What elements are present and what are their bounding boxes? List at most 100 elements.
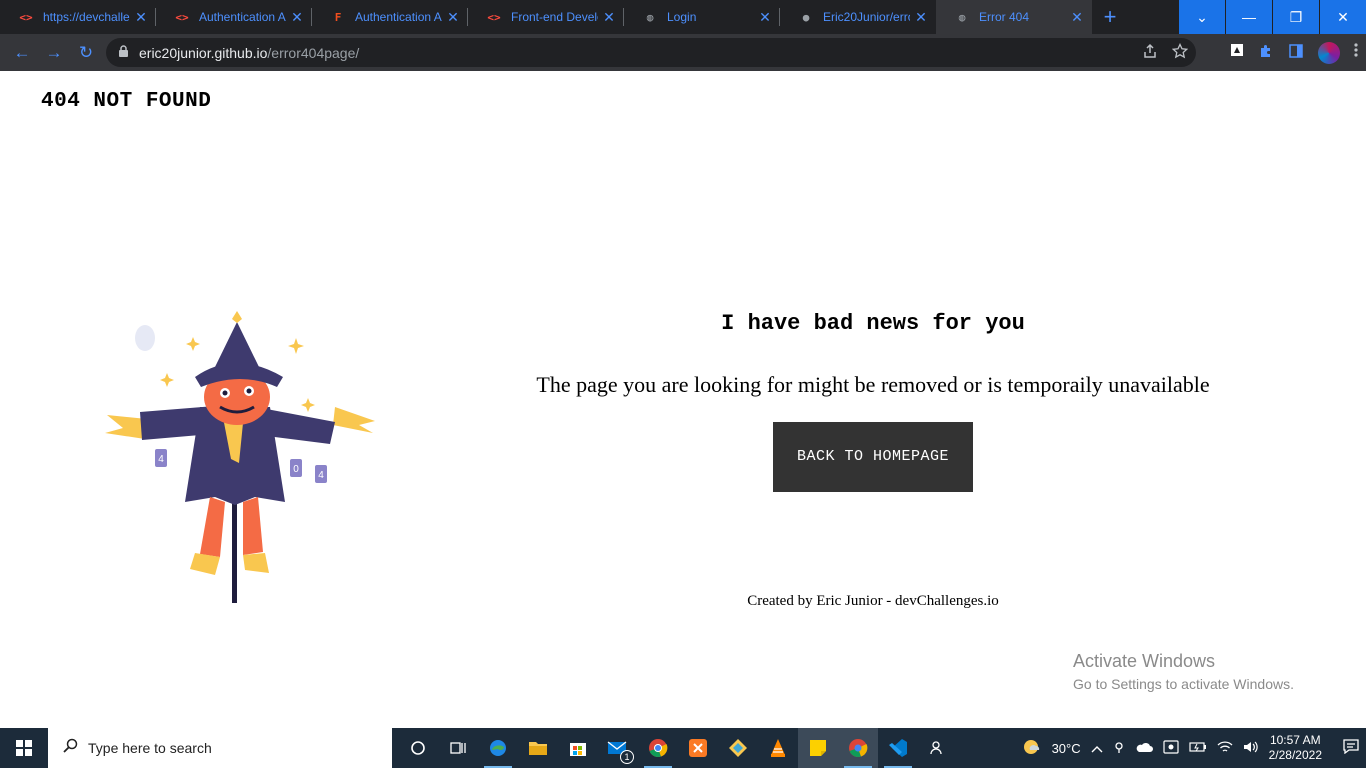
tab-title: Authentication App [199,10,286,24]
lock-icon[interactable] [118,44,129,61]
devchallenges-icon: <> [487,10,501,24]
window-controls: ⌄ — ❐ ✕ [1178,0,1366,34]
svg-text:0: 0 [293,464,299,475]
browser-toolbar: ← → ↻ eric20junior.github.io /error404pa… [0,34,1366,71]
xampp-icon[interactable] [678,728,718,768]
tab-title: Eric20Junior/error404page [823,10,910,24]
tab-github-repo[interactable]: ● Eric20Junior/error404page ✕ [780,0,936,34]
close-window-button[interactable]: ✕ [1320,0,1366,34]
meet-now-icon[interactable] [1163,739,1179,757]
location-icon[interactable] [1113,740,1125,757]
start-button[interactable] [0,728,48,768]
battery-icon[interactable] [1189,741,1207,756]
side-panel-icon[interactable] [1288,43,1304,63]
close-tab-icon[interactable]: ✕ [130,9,152,26]
kebab-menu-icon[interactable] [1354,42,1358,63]
cortana-icon[interactable] [398,728,438,768]
microsoft-store-icon[interactable] [558,728,598,768]
sticky-notes-icon[interactable] [798,728,838,768]
close-tab-icon[interactable]: ✕ [1066,9,1088,26]
taskbar-search-box[interactable]: Type here to search [48,728,392,768]
tab-devchallenges[interactable]: <> https://devchallenges.io ✕ [0,0,156,34]
git-kraken-icon[interactable] [718,728,758,768]
close-tab-icon[interactable]: ✕ [910,9,932,26]
tab-title: Error 404 [979,10,1030,24]
bookmark-star-icon[interactable] [1171,42,1189,63]
close-tab-icon[interactable]: ✕ [286,9,308,26]
address-bar[interactable]: eric20junior.github.io /error404page/ [106,38,1196,67]
back-button[interactable]: ← [6,37,38,69]
onedrive-icon[interactable] [1135,741,1153,756]
people-icon[interactable] [918,728,958,768]
tab-title: Authentication App [355,10,442,24]
error-heading: I have bad news for you [721,311,1025,336]
extension-area [1230,34,1358,71]
close-tab-icon[interactable]: ✕ [754,9,776,26]
chevron-up-icon[interactable] [1091,741,1103,756]
watermark-subtitle: Go to Settings to activate Windows. [1073,676,1294,692]
share-icon[interactable] [1142,43,1158,63]
svg-text:4: 4 [158,454,164,465]
tab-login[interactable]: ◍ Login ✕ [624,0,780,34]
tab-title: https://devchallenges.io [43,10,130,24]
error-content: I have bad news for you The page you are… [520,311,1226,492]
file-explorer-icon[interactable] [518,728,558,768]
windows-logo-icon [16,740,32,756]
tab-error-404[interactable]: ◍ Error 404 ✕ [936,0,1092,34]
tab-frontend-developer[interactable]: <> Front-end Developer ✕ [468,0,624,34]
new-tab-button[interactable]: + [1092,0,1128,34]
taskbar-clock[interactable]: 10:57 AM 2/28/2022 [1269,733,1322,763]
vlc-icon[interactable] [758,728,798,768]
restore-button[interactable]: ❐ [1273,0,1319,34]
back-to-homepage-button[interactable]: BACK TO HOMEPAGE [773,422,973,492]
figma-icon: F [334,10,342,24]
devchallenges-icon: <> [175,10,189,24]
puzzle-extensions-icon[interactable] [1258,43,1274,63]
minimize-button[interactable]: — [1226,0,1272,34]
watermark-title: Activate Windows [1073,651,1216,671]
clock-time: 10:57 AM [1269,733,1321,747]
svg-text:4: 4 [318,470,324,481]
chrome-icon[interactable] [638,728,678,768]
search-placeholder: Type here to search [88,740,212,756]
wifi-icon[interactable] [1217,740,1233,757]
globe-icon: ◍ [646,10,654,24]
weather-icon[interactable] [1022,738,1042,759]
tab-title: Front-end Developer [511,10,598,24]
task-view-icon[interactable] [438,728,478,768]
mail-badge: 1 [620,750,634,764]
globe-icon: ◍ [958,10,966,24]
browser-tab-strip: <> https://devchallenges.io ✕ <> Authent… [0,0,1366,34]
windows-taskbar: Type here to search 1 30°C 10:57 AM 2/28… [0,728,1366,768]
clock-date: 2/28/2022 [1268,748,1322,762]
url-path: /error404page/ [267,44,360,61]
scarecrow-illustration: 4 0 4 [95,307,385,607]
devchallenges-icon: <> [19,10,33,24]
site-logo-text[interactable]: 404 NOT FOUND [41,90,211,113]
vscode-icon[interactable] [878,728,918,768]
close-tab-icon[interactable]: ✕ [598,9,620,26]
close-tab-icon[interactable]: ✕ [442,9,464,26]
tab-authentication-figma[interactable]: F Authentication App ✕ [312,0,468,34]
tab-title: Login [667,10,697,24]
forward-button[interactable]: → [38,37,70,69]
profile-avatar[interactable] [1318,41,1340,64]
chrome-profile-icon[interactable] [838,728,878,768]
mail-icon[interactable]: 1 [598,728,638,768]
extension-icon[interactable] [1230,43,1244,62]
error-message: The page you are looking for might be re… [536,372,1210,397]
search-icon [62,738,78,759]
page-viewport: 404 NOT FOUND 4 0 4 I have bad news for … [0,71,1366,728]
footer-credit: Created by Eric Junior - devChallenges.i… [747,593,999,609]
edge-icon[interactable] [478,728,518,768]
activate-windows-watermark: Activate Windows Go to Settings to activ… [1073,651,1294,692]
notification-center-icon[interactable] [1336,738,1366,758]
tab-search-button[interactable]: ⌄ [1179,0,1225,34]
system-tray: 30°C 10:57 AM 2/28/2022 [1022,728,1366,768]
url-host: eric20junior.github.io [139,44,268,61]
volume-icon[interactable] [1243,740,1259,757]
tab-authentication-app[interactable]: <> Authentication App ✕ [156,0,312,34]
github-icon: ● [802,10,810,24]
weather-temperature[interactable]: 30°C [1052,741,1081,756]
reload-button[interactable]: ↻ [70,37,102,69]
